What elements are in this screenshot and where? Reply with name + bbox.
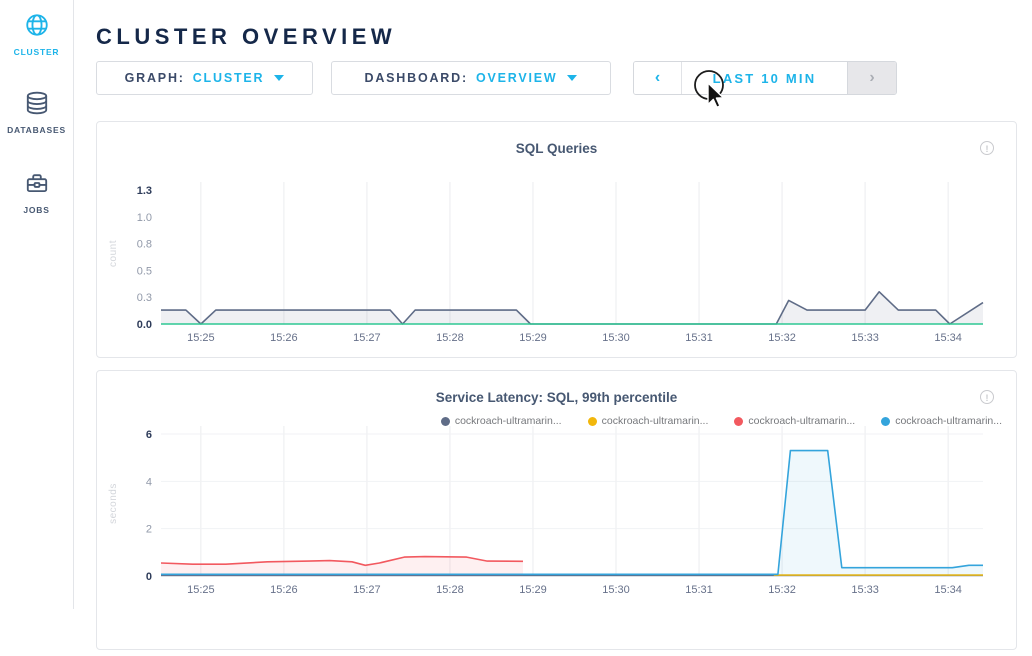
sidebar-item-label: JOBS (0, 205, 73, 215)
x-tick-label: 15:27 (353, 584, 381, 596)
sidebar-item-cluster[interactable]: CLUSTER (0, 12, 73, 57)
time-next-button[interactable]: › (847, 62, 896, 94)
graph-dropdown-value: CLUSTER (193, 71, 265, 85)
database-icon (24, 90, 50, 116)
x-tick-label: 15:32 (768, 332, 796, 344)
x-tick-label: 15:26 (270, 332, 298, 344)
x-tick-label: 15:31 (685, 584, 713, 596)
x-tick-label: 15:31 (685, 332, 713, 344)
x-tick-label: 15:33 (851, 584, 879, 596)
globe-icon (24, 12, 50, 38)
x-tick-label: 15:28 (436, 332, 464, 344)
node-3-latency-area (161, 557, 523, 576)
sidebar-item-label: DATABASES (0, 125, 73, 135)
y-tick-label: 0.3 (137, 292, 152, 304)
x-tick-label: 15:34 (934, 584, 962, 596)
x-tick-label: 15:34 (934, 332, 962, 344)
sidebar-item-jobs[interactable]: JOBS (0, 170, 73, 215)
chart-card-service-latency: Service Latency: SQL, 99th percentile ! … (96, 370, 1017, 650)
x-tick-label: 15:30 (602, 584, 630, 596)
y-tick-label: 0 (146, 571, 152, 583)
time-range-selector[interactable]: LAST 10 MIN (682, 62, 847, 94)
briefcase-icon (24, 170, 50, 196)
chart-card-sql-queries: SQL Queries ! count 15:2515:2615:2715:28… (96, 121, 1017, 358)
y-tick-label: 1.3 (137, 185, 152, 197)
x-tick-label: 15:33 (851, 332, 879, 344)
x-tick-label: 15:25 (187, 332, 215, 344)
y-tick-label: 0.0 (137, 319, 152, 331)
chart-svg: 15:25 15:26 15:27 15:28 15:29 15:30 15:31 15:32… (97, 122, 1018, 359)
chart-svg: 15:25 15:26 15:27 15:28 15:29 15:30 15:31 15:32… (97, 371, 1018, 651)
x-tick-label: 15:25 (187, 584, 215, 596)
sidebar: CLUSTER DATABASES JOBS (0, 0, 74, 609)
x-tick-label: 15:32 (768, 584, 796, 596)
graph-dropdown[interactable]: GRAPH: CLUSTER (96, 61, 313, 95)
y-tick-label: 0.8 (137, 239, 152, 251)
y-tick-label: 2 (146, 524, 152, 536)
sidebar-item-label: CLUSTER (0, 47, 73, 57)
graph-dropdown-label: GRAPH: (125, 71, 185, 85)
x-tick-label: 15:29 (519, 584, 547, 596)
time-prev-button[interactable]: ‹ (634, 62, 682, 94)
sql-queries-plot: 15:25 15:26 15:27 15:28 15:29 15:30 15:31 15:32… (97, 122, 1018, 364)
time-range-nav: ‹ LAST 10 MIN › (633, 61, 897, 95)
dashboard-dropdown[interactable]: DASHBOARD: OVERVIEW (331, 61, 611, 95)
chevron-down-icon (274, 75, 284, 81)
sidebar-item-databases[interactable]: DATABASES (0, 90, 73, 135)
dashboard-dropdown-value: OVERVIEW (476, 71, 558, 85)
y-tick-label: 6 (146, 429, 152, 441)
y-tick-label: 1.0 (137, 212, 152, 224)
x-tick-label: 15:26 (270, 584, 298, 596)
x-tick-label: 15:28 (436, 584, 464, 596)
y-tick-label: 0.5 (137, 265, 152, 277)
page-title: CLUSTER OVERVIEW (96, 24, 396, 50)
x-tick-label: 15:29 (519, 332, 547, 344)
y-tick-label: 4 (146, 476, 152, 488)
x-tick-label: 15:30 (602, 332, 630, 344)
service-latency-plot: 15:25 15:26 15:27 15:28 15:29 15:30 15:31 15:32… (97, 371, 1018, 656)
dashboard-dropdown-label: DASHBOARD: (365, 71, 468, 85)
chevron-down-icon (567, 75, 577, 81)
x-tick-label: 15:27 (353, 332, 381, 344)
